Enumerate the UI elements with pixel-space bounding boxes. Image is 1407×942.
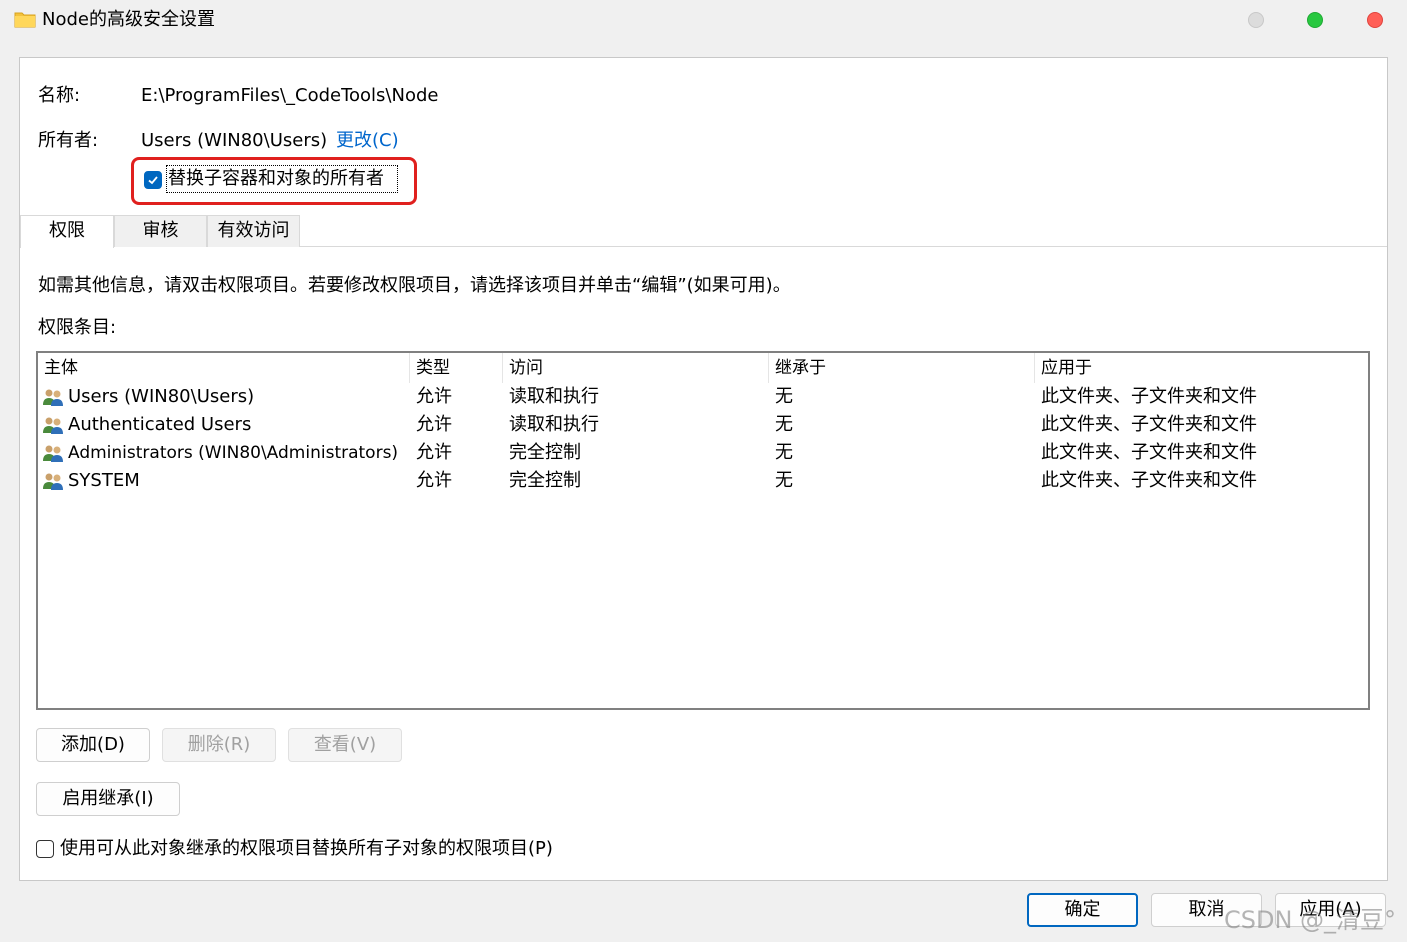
view-button[interactable]: 查看(V) xyxy=(288,728,402,762)
main-panel: 名称: E:\ProgramFiles\_CodeTools\Node 所有者:… xyxy=(19,57,1388,881)
table-row[interactable]: Authenticated Users 允许 读取和执行 无 此文件夹、子文件夹… xyxy=(38,411,1368,439)
checkmark-icon xyxy=(148,176,158,185)
access-cell: 完全控制 xyxy=(509,470,581,491)
replace-child-permissions-checkbox[interactable] xyxy=(36,840,54,858)
enable-inheritance-button[interactable]: 启用继承(I) xyxy=(36,782,180,816)
title-bar: Node的高级安全设置 xyxy=(0,0,1407,40)
inherited-from-cell: 无 xyxy=(775,414,793,435)
replace-child-permissions-label[interactable]: 使用可从此对象继承的权限项目替换所有子对象的权限项目(P) xyxy=(60,837,553,861)
tab-auditing[interactable]: 审核 xyxy=(114,215,207,247)
folder-icon xyxy=(14,12,36,28)
applies-to-cell: 此文件夹、子文件夹和文件 xyxy=(1041,442,1257,463)
permission-entries-list[interactable]: 主体 类型 访问 继承于 应用于 Users (WIN80\Users) 允许 … xyxy=(36,351,1370,710)
user-group-icon xyxy=(43,445,63,462)
inherited-from-cell: 无 xyxy=(775,442,793,463)
type-cell: 允许 xyxy=(416,470,452,491)
principal-cell: Authenticated Users xyxy=(68,414,252,435)
inherited-from-cell: 无 xyxy=(775,470,793,491)
minimize-button[interactable] xyxy=(1248,12,1264,28)
tab-permissions[interactable]: 权限 xyxy=(20,215,114,248)
user-group-icon xyxy=(43,389,63,406)
column-header-type[interactable]: 类型 xyxy=(410,353,503,383)
close-button[interactable] xyxy=(1367,12,1383,28)
user-group-icon xyxy=(43,417,63,434)
window-title: Node的高级安全设置 xyxy=(42,9,215,30)
type-cell: 允许 xyxy=(416,442,452,463)
principal-cell: Users (WIN80\Users) xyxy=(68,386,255,407)
watermark: CSDN @_清豆° xyxy=(1224,906,1397,934)
access-cell: 读取和执行 xyxy=(509,414,599,435)
remove-button[interactable]: 删除(R) xyxy=(162,728,276,762)
replace-owner-label[interactable]: 替换子容器和对象的所有者 xyxy=(168,167,384,191)
table-row[interactable]: SYSTEM 允许 完全控制 无 此文件夹、子文件夹和文件 xyxy=(38,467,1368,495)
name-label: 名称: xyxy=(38,85,81,106)
column-header-principal[interactable]: 主体 xyxy=(38,353,410,383)
principal-cell: Administrators (WIN80\Administrators) xyxy=(68,443,399,463)
tab-effective-access[interactable]: 有效访问 xyxy=(207,215,300,247)
table-row[interactable]: Users (WIN80\Users) 允许 读取和执行 无 此文件夹、子文件夹… xyxy=(38,383,1368,411)
applies-to-cell: 此文件夹、子文件夹和文件 xyxy=(1041,414,1257,435)
column-header-applies-to[interactable]: 应用于 xyxy=(1035,353,1368,383)
access-cell: 完全控制 xyxy=(509,442,581,463)
applies-to-cell: 此文件夹、子文件夹和文件 xyxy=(1041,386,1257,407)
applies-to-cell: 此文件夹、子文件夹和文件 xyxy=(1041,470,1257,491)
ok-button[interactable]: 确定 xyxy=(1027,893,1138,927)
user-group-icon xyxy=(43,473,63,490)
type-cell: 允许 xyxy=(416,414,452,435)
owner-label: 所有者: xyxy=(38,130,99,151)
replace-owner-checkbox[interactable] xyxy=(144,171,162,189)
column-header-access[interactable]: 访问 xyxy=(503,353,769,383)
access-cell: 读取和执行 xyxy=(509,386,599,407)
owner-value: Users (WIN80\Users) xyxy=(141,130,328,151)
info-text: 如需其他信息，请双击权限项目。若要修改权限项目，请选择该项目并单击“编辑”(如果… xyxy=(38,275,791,296)
name-value: E:\ProgramFiles\_CodeTools\Node xyxy=(141,85,439,106)
entries-label: 权限条目: xyxy=(38,317,117,338)
principal-cell: SYSTEM xyxy=(68,470,140,491)
inherited-from-cell: 无 xyxy=(775,386,793,407)
add-button[interactable]: 添加(D) xyxy=(36,728,150,762)
maximize-button[interactable] xyxy=(1307,12,1323,28)
type-cell: 允许 xyxy=(416,386,452,407)
column-header-inherited-from[interactable]: 继承于 xyxy=(769,353,1035,383)
change-owner-link[interactable]: 更改(C) xyxy=(336,129,399,153)
table-row[interactable]: Administrators (WIN80\Administrators) 允许… xyxy=(38,439,1368,467)
